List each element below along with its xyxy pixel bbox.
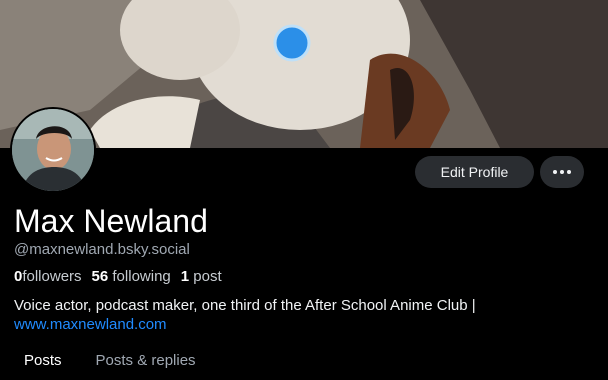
display-name: Max Newland [14,203,208,239]
avatar-photo [12,109,94,191]
edit-profile-button[interactable]: Edit Profile [415,156,534,188]
profile-handle: @maxnewland.bsky.social [14,241,190,258]
posts-stat: 1 post [181,268,222,285]
following-stat[interactable]: 56 following [92,268,171,285]
avatar[interactable] [10,107,96,193]
followers-stat[interactable]: 0followers [14,268,82,285]
following-label: following [112,268,171,285]
bio-text: Voice actor, podcast maker, one third of… [14,297,476,314]
posts-count: 1 [180,268,190,285]
posts-label: post [193,268,222,285]
profile-tabs: Posts Posts & replies [0,345,608,380]
ellipsis-icon [553,170,571,174]
more-options-button[interactable] [540,156,584,188]
bio-link[interactable]: www.maxnewland.com [14,315,594,334]
profile-stats: 0followers 56 following 1 post [14,268,232,285]
profile-bio: Voice actor, podcast maker, one third of… [14,296,594,334]
profile-banner[interactable] [0,0,608,148]
banner-image [0,0,608,148]
followers-label: followers [22,268,82,285]
tab-posts-and-replies[interactable]: Posts & replies [96,345,196,380]
following-count: 56 [91,268,109,285]
tab-posts[interactable]: Posts [24,345,62,380]
